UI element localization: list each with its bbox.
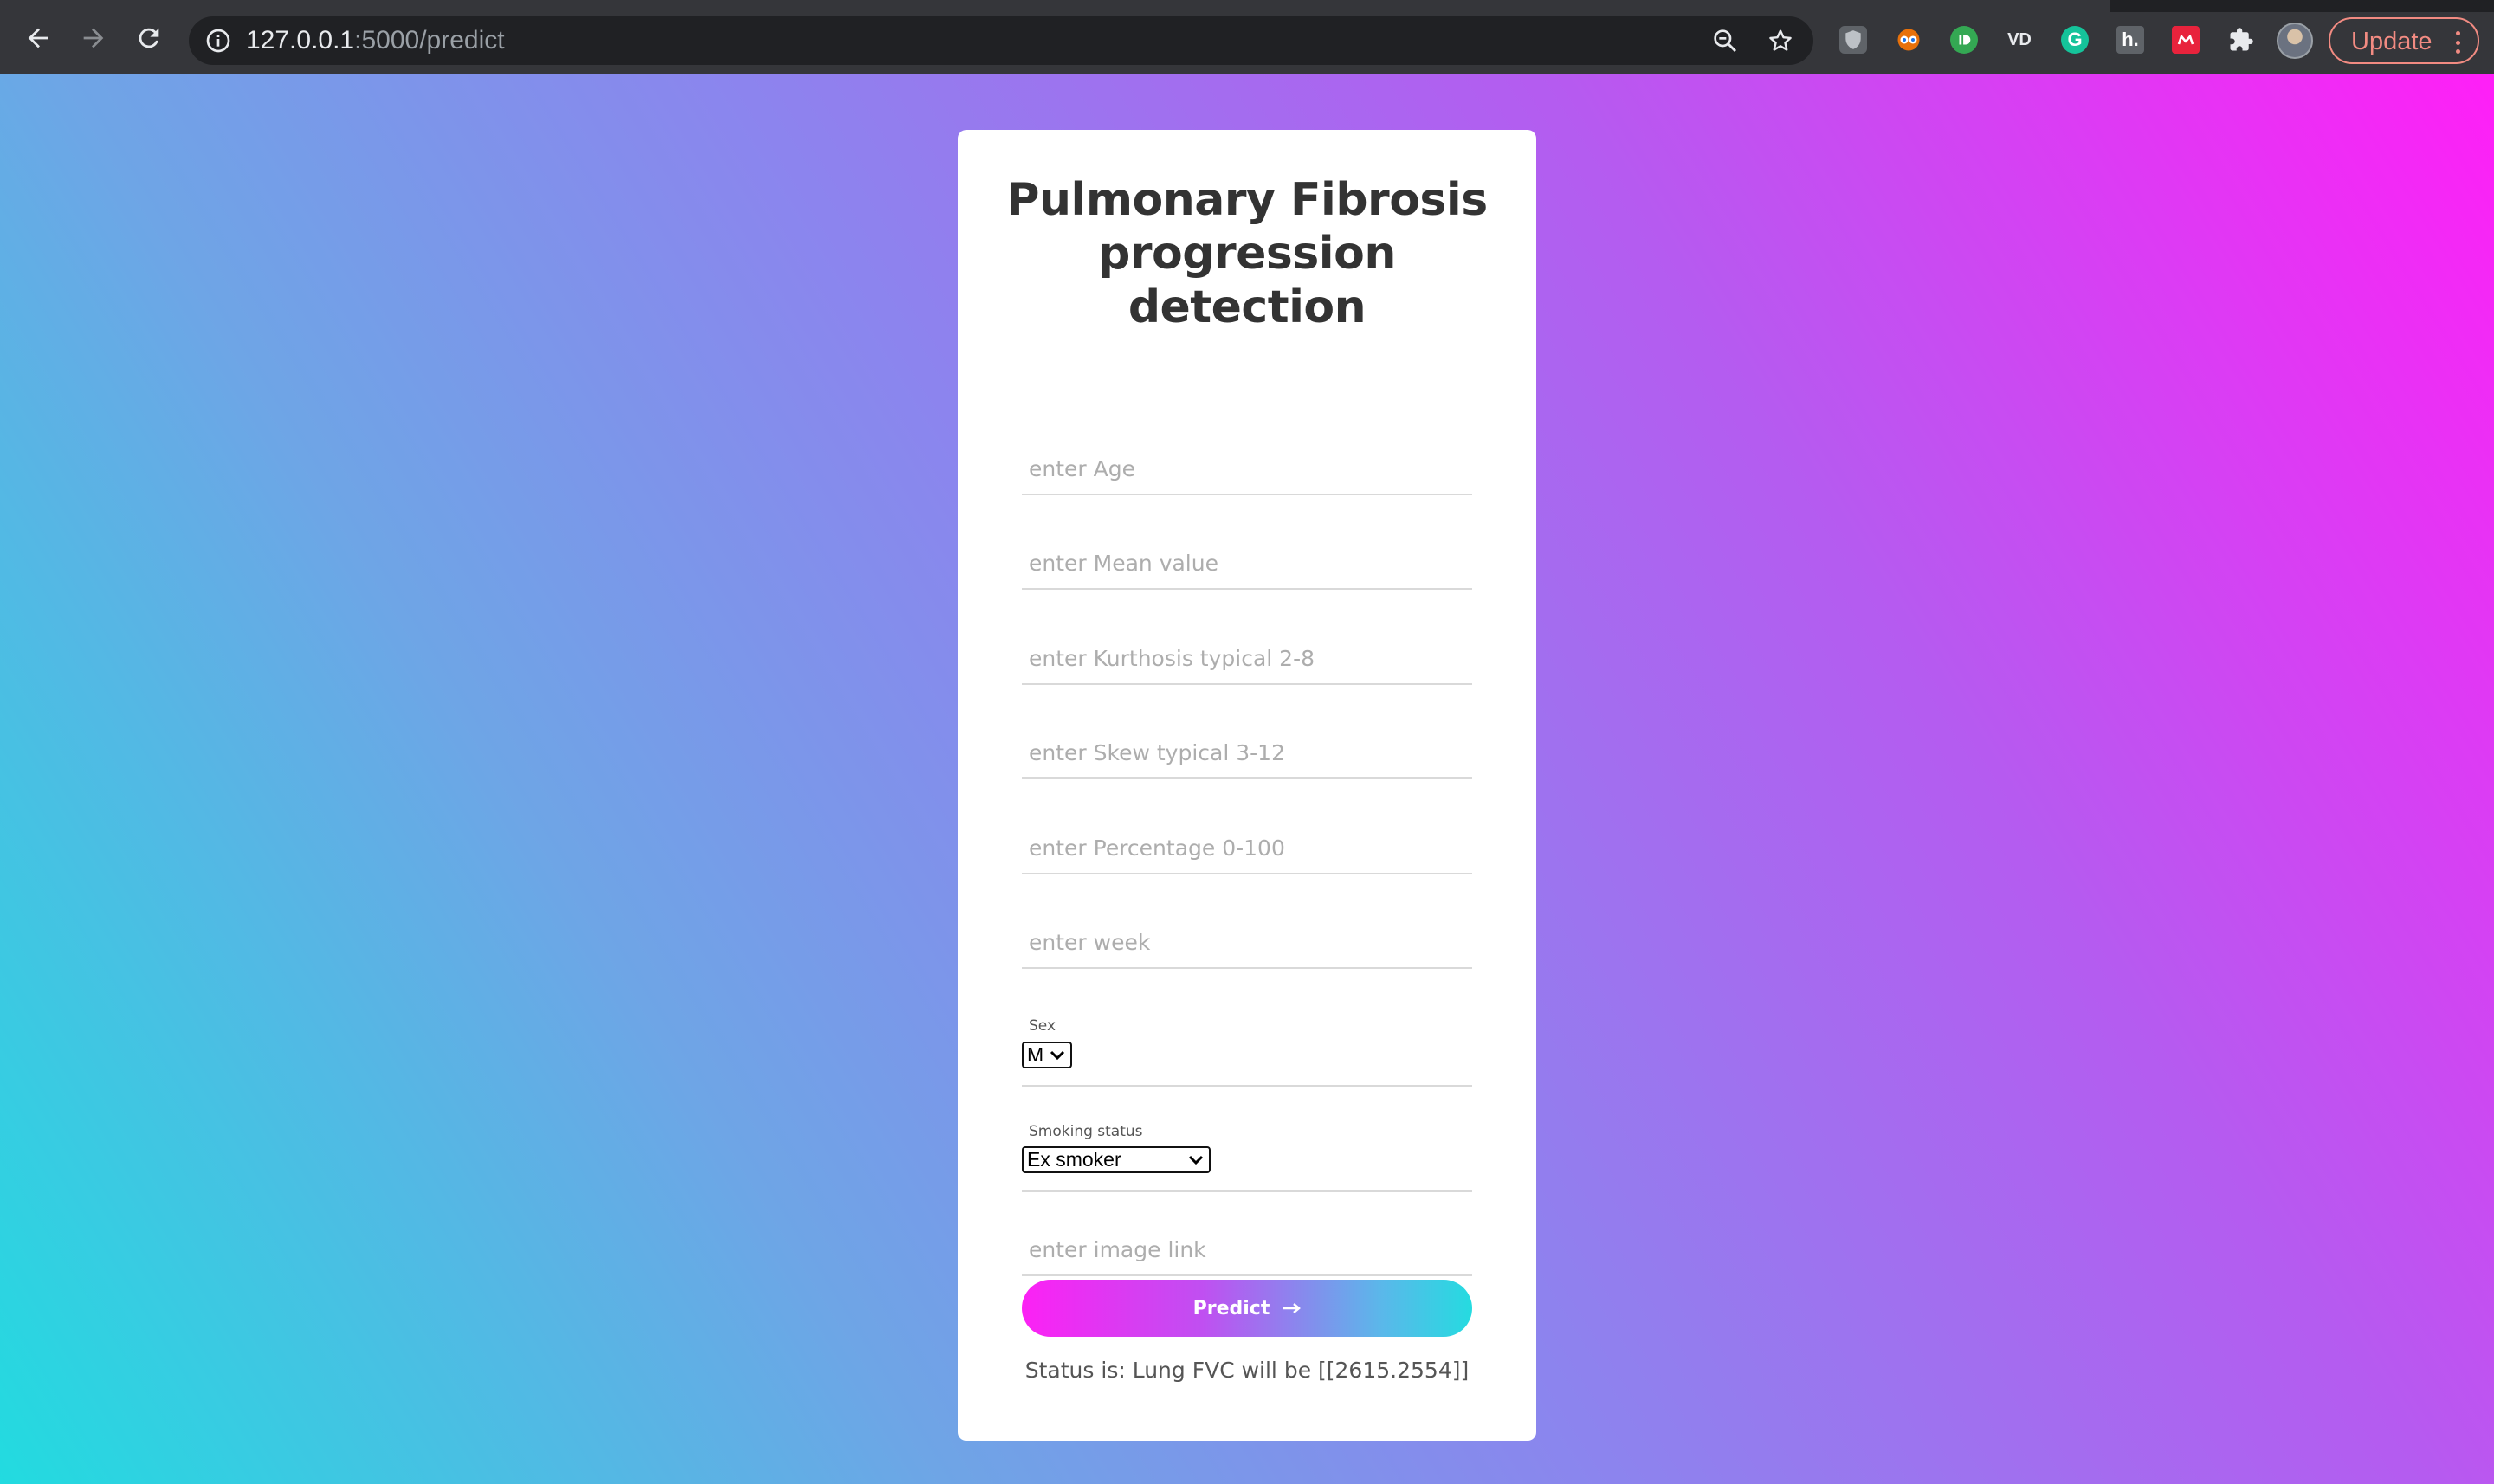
back-button[interactable] xyxy=(21,21,55,55)
mean-value-input[interactable] xyxy=(1022,538,1472,590)
vd-extension-icon[interactable]: VD xyxy=(2006,26,2033,54)
smoking-divider xyxy=(1022,1190,1472,1192)
browser-toolbar: 127.0.0.1:5000/predict VD G h. Update xyxy=(0,0,2494,74)
sex-label: Sex xyxy=(1029,1017,1056,1035)
page-background: Pulmonary Fibrosis progression detection… xyxy=(0,74,2494,1484)
predict-button[interactable]: Predict xyxy=(1022,1280,1472,1337)
url-path: :5000/predict xyxy=(354,26,505,55)
extensions-puzzle-icon[interactable] xyxy=(2227,26,2255,54)
reload-button[interactable] xyxy=(132,21,166,55)
forward-arrow-icon xyxy=(83,28,104,48)
update-button[interactable]: Update xyxy=(2329,17,2479,64)
forward-button[interactable] xyxy=(76,21,111,55)
sex-selected-value: M xyxy=(1027,1043,1044,1066)
smoking-status-label: Smoking status xyxy=(1029,1123,1143,1140)
info-icon[interactable] xyxy=(204,27,232,55)
chevron-down-icon xyxy=(1188,1155,1204,1165)
sex-select[interactable]: M xyxy=(1022,1042,1072,1068)
vd-label: VD xyxy=(2007,29,2032,49)
chevron-down-icon xyxy=(1050,1050,1065,1061)
id-extension-icon[interactable] xyxy=(1950,26,1978,54)
kurthosis-input[interactable] xyxy=(1022,633,1472,685)
puzzle-icon xyxy=(2230,28,2253,51)
grammarly-extension-icon[interactable]: G xyxy=(2061,26,2089,54)
shield-extension-icon[interactable] xyxy=(1839,26,1867,54)
skew-input[interactable] xyxy=(1022,727,1472,779)
image-link-input[interactable] xyxy=(1022,1224,1472,1276)
h-extension-icon[interactable]: h. xyxy=(2116,26,2144,54)
eyes-extension-icon[interactable] xyxy=(1895,26,1922,54)
tab-strip xyxy=(0,0,2494,12)
zoom-icon[interactable] xyxy=(1711,27,1739,55)
reload-icon xyxy=(139,28,159,48)
age-input[interactable] xyxy=(1022,443,1472,495)
mendeley-icon xyxy=(2177,35,2194,45)
profile-avatar[interactable] xyxy=(2277,23,2313,59)
mendeley-extension-icon[interactable] xyxy=(2172,26,2200,54)
active-tab[interactable] xyxy=(0,0,2110,12)
eyes-icon xyxy=(1897,29,1920,51)
shield-icon xyxy=(1845,30,1861,49)
form-title: Pulmonary Fibrosis progression detection xyxy=(1006,174,1488,333)
address-bar[interactable]: 127.0.0.1:5000/predict xyxy=(189,16,1813,65)
bookmark-star-icon[interactable] xyxy=(1767,27,1794,55)
url-host: 127.0.0.1 xyxy=(246,26,355,55)
url-text[interactable]: 127.0.0.1:5000/predict xyxy=(246,26,505,55)
status-message: Status is: Lung FVC will be [[2615.2554]… xyxy=(1024,1358,1470,1383)
predict-label: Predict xyxy=(1192,1297,1270,1319)
back-arrow-icon xyxy=(28,28,48,48)
percentage-input[interactable] xyxy=(1022,823,1472,874)
more-menu-icon[interactable] xyxy=(2455,31,2460,54)
h-label: h. xyxy=(2122,29,2139,50)
prediction-form-card: Pulmonary Fibrosis progression detection… xyxy=(958,130,1536,1441)
id-icon xyxy=(1959,35,1971,45)
grammarly-label: G xyxy=(2067,29,2083,50)
update-label: Update xyxy=(2351,28,2433,55)
sex-divider xyxy=(1022,1085,1472,1087)
arrow-right-icon xyxy=(1283,1303,1302,1313)
week-input[interactable] xyxy=(1022,917,1472,969)
smoking-status-select[interactable]: Ex smoker xyxy=(1022,1146,1211,1173)
smoking-selected-value: Ex smoker xyxy=(1027,1148,1121,1171)
